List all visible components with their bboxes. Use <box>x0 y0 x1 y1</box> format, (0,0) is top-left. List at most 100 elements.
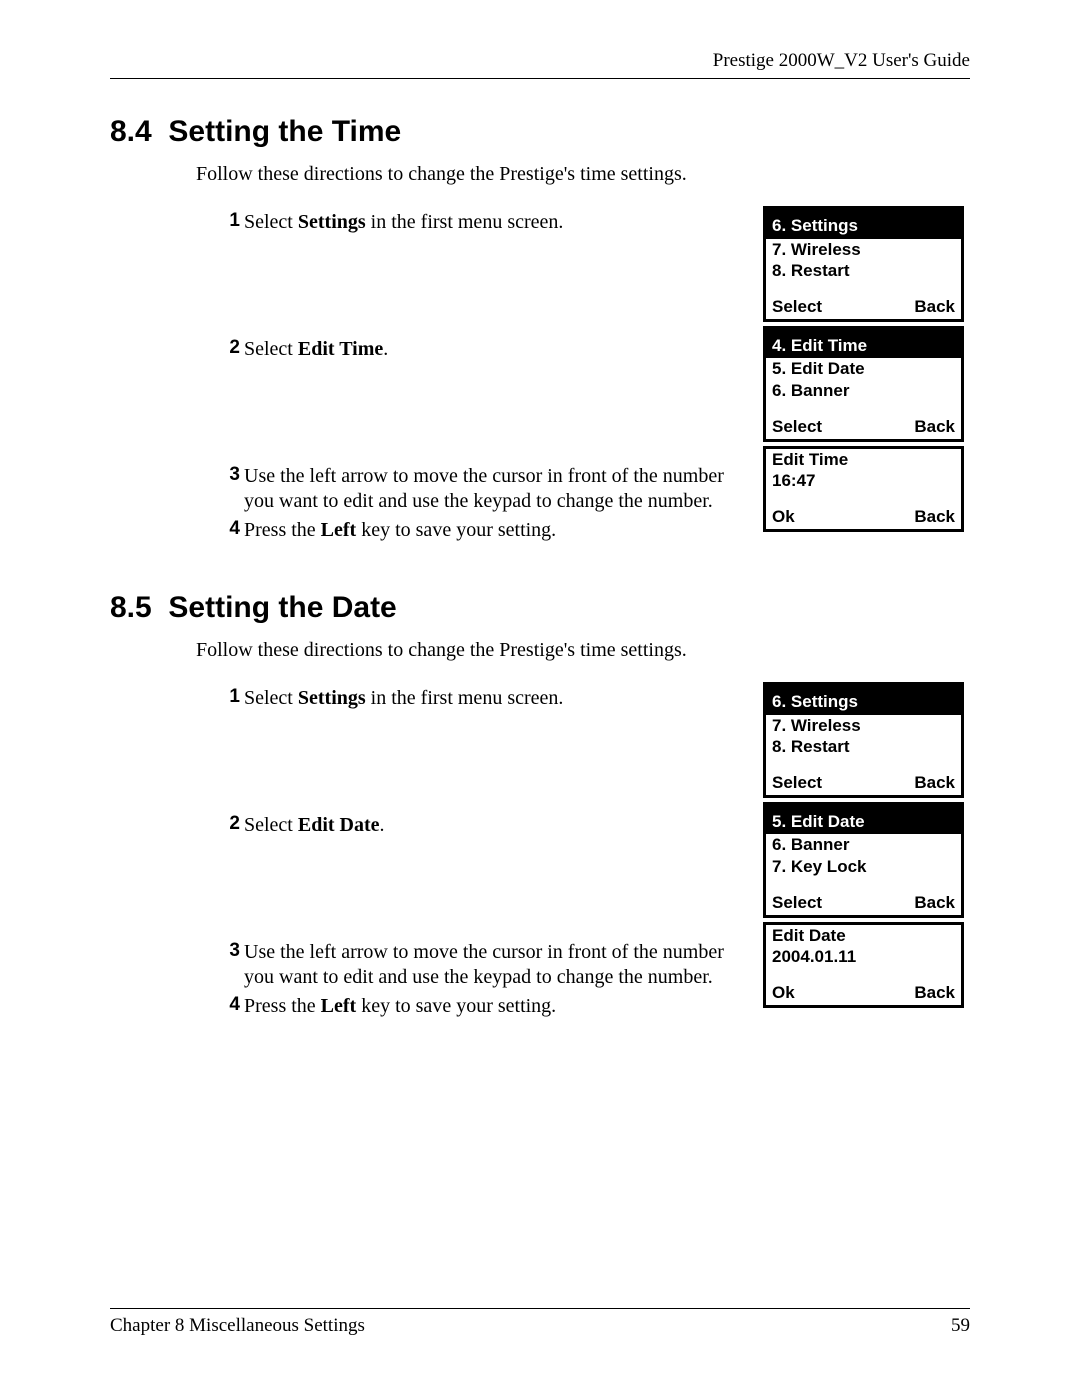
lcd-screen-edit-date: 5. Edit Date 6. Banner 7. Key Lock Selec… <box>763 802 964 918</box>
screens-column: 6. Settings 7. Wireless 8. Restart Selec… <box>763 682 970 1012</box>
screens-column: 6. Settings 7. Wireless 8. Restart Selec… <box>763 206 970 536</box>
text: key to save your setting. <box>356 995 556 1017</box>
spacer <box>218 715 753 809</box>
lcd-softkeys: Select Back <box>766 892 961 915</box>
text: in the first menu screen. <box>366 211 564 233</box>
text: in the first menu screen. <box>366 687 564 709</box>
section-intro: Follow these directions to change the Pr… <box>196 639 970 662</box>
step-2: 2 Select Edit Date. <box>218 813 753 838</box>
softkey-right: Back <box>914 297 955 317</box>
section-heading-date: 8.5 Setting the Date <box>110 591 970 625</box>
lcd-title: 6. Settings <box>766 214 961 239</box>
lcd-row: Edit Time <box>766 449 961 471</box>
section-heading-time: 8.4 Setting the Time <box>110 115 970 149</box>
step-number: 2 <box>218 813 240 835</box>
step-number: 3 <box>218 464 240 486</box>
softkey-right: Back <box>914 417 955 437</box>
spacer <box>766 492 961 506</box>
softkey-left: Ok <box>772 507 795 527</box>
lcd-row: Edit Date <box>766 925 961 947</box>
step-number: 2 <box>218 337 240 359</box>
section-number: 8.5 <box>110 591 152 624</box>
spacer <box>218 239 753 333</box>
lcd-row: 8. Restart <box>766 260 961 282</box>
step-number: 1 <box>218 686 240 708</box>
softkey-left: Select <box>772 297 822 317</box>
text: . <box>383 338 388 360</box>
text-bold: Settings <box>298 687 366 709</box>
spacer <box>218 366 753 460</box>
text: Select <box>244 338 298 360</box>
text-bold: Left <box>321 995 357 1017</box>
softkey-right: Back <box>914 507 955 527</box>
page-header: Prestige 2000W_V2 User's Guide <box>110 50 970 79</box>
step-number: 4 <box>218 518 240 540</box>
text: Select <box>244 687 298 709</box>
lcd-row: 2004.01.11 <box>766 946 961 968</box>
lcd-title: 6. Settings <box>766 690 961 715</box>
spacer <box>218 842 753 936</box>
step-text: Select Settings in the first menu screen… <box>244 686 563 711</box>
step-text: Select Edit Date. <box>244 813 385 838</box>
lcd-row: 16:47 <box>766 470 961 492</box>
lcd-softkeys: Ok Back <box>766 982 961 1005</box>
lcd-title: 5. Edit Date <box>766 810 961 835</box>
section-intro: Follow these directions to change the Pr… <box>196 163 970 186</box>
section-title: Setting the Time <box>168 115 401 148</box>
text-bold: Left <box>321 519 357 541</box>
lcd-screen-settings: 6. Settings 7. Wireless 8. Restart Selec… <box>763 206 964 322</box>
step-text: Select Edit Time. <box>244 337 388 362</box>
step-number: 1 <box>218 210 240 232</box>
lcd-softkeys: Ok Back <box>766 506 961 529</box>
steps-block-time: 1 Select Settings in the first menu scre… <box>218 206 970 547</box>
doc-title: Prestige 2000W_V2 User's Guide <box>713 50 970 71</box>
lcd-row: 6. Banner <box>766 834 961 856</box>
footer-chapter: Chapter 8 Miscellaneous Settings <box>110 1315 365 1337</box>
step-text: Press the Left key to save your setting. <box>244 994 556 1019</box>
text: key to save your setting. <box>356 519 556 541</box>
lcd-row: 7. Key Lock <box>766 856 961 878</box>
step-text: Press the Left key to save your setting. <box>244 518 556 543</box>
steps-block-date: 1 Select Settings in the first menu scre… <box>218 682 970 1023</box>
spacer <box>766 282 961 296</box>
text: Select <box>244 211 298 233</box>
lcd-softkeys: Select Back <box>766 296 961 319</box>
step-3: 3 Use the left arrow to move the cursor … <box>218 464 753 514</box>
text: Press the <box>244 519 321 541</box>
lcd-screen-settings: 6. Settings 7. Wireless 8. Restart Selec… <box>763 682 964 798</box>
steps-column: 1 Select Settings in the first menu scre… <box>218 206 763 547</box>
text: . <box>380 814 385 836</box>
step-text: Select Settings in the first menu screen… <box>244 210 563 235</box>
spacer <box>766 968 961 982</box>
text: Press the <box>244 995 321 1017</box>
text-bold: Edit Time <box>298 338 383 360</box>
softkey-left: Select <box>772 773 822 793</box>
lcd-softkeys: Select Back <box>766 416 961 439</box>
lcd-row: 5. Edit Date <box>766 358 961 380</box>
softkey-left: Ok <box>772 983 795 1003</box>
lcd-row: 7. Wireless <box>766 715 961 737</box>
section-number: 8.4 <box>110 115 152 148</box>
lcd-screen-edit-time: 4. Edit Time 5. Edit Date 6. Banner Sele… <box>763 326 964 442</box>
softkey-right: Back <box>914 983 955 1003</box>
text-bold: Edit Date <box>298 814 380 836</box>
step-4: 4 Press the Left key to save your settin… <box>218 994 753 1019</box>
step-text: Use the left arrow to move the cursor in… <box>244 464 753 514</box>
section-title: Setting the Date <box>168 591 396 624</box>
softkey-right: Back <box>914 773 955 793</box>
step-number: 3 <box>218 940 240 962</box>
lcd-softkeys: Select Back <box>766 772 961 795</box>
spacer <box>110 547 970 583</box>
lcd-row: 7. Wireless <box>766 239 961 261</box>
step-1: 1 Select Settings in the first menu scre… <box>218 686 753 711</box>
lcd-row: 6. Banner <box>766 380 961 402</box>
page-footer: Chapter 8 Miscellaneous Settings 59 <box>110 1308 970 1337</box>
step-number: 4 <box>218 994 240 1016</box>
text-bold: Settings <box>298 211 366 233</box>
softkey-right: Back <box>914 893 955 913</box>
page: Prestige 2000W_V2 User's Guide 8.4 Setti… <box>0 0 1080 1397</box>
step-2: 2 Select Edit Time. <box>218 337 753 362</box>
softkey-left: Select <box>772 417 822 437</box>
spacer <box>766 402 961 416</box>
step-3: 3 Use the left arrow to move the cursor … <box>218 940 753 990</box>
